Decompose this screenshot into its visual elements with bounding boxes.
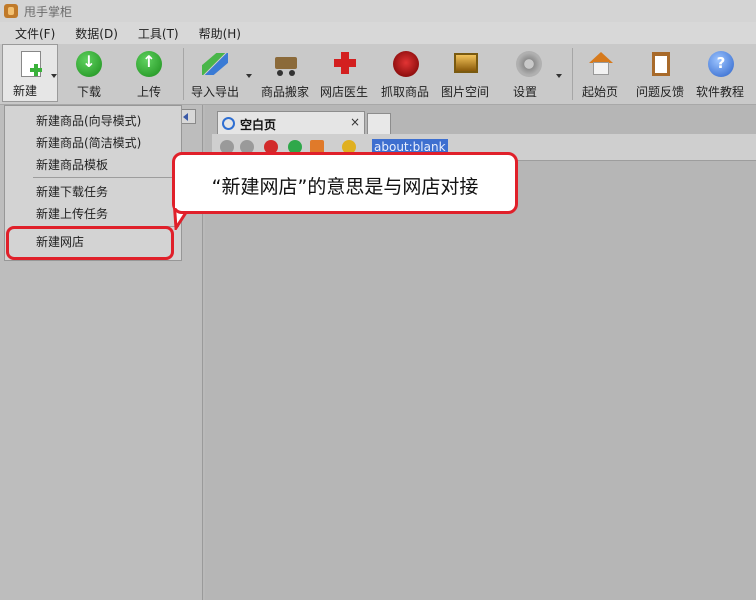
menu-file[interactable]: 文件(F) (15, 25, 55, 42)
gear-icon (514, 49, 544, 79)
tab-blank-page[interactable]: 空白页 × (217, 111, 365, 135)
import-export-label: 导入导出 (191, 85, 240, 99)
tab-title: 空白页 (240, 118, 277, 132)
tab-close-icon[interactable]: × (350, 115, 360, 129)
move-goods-button[interactable]: 商品搬家 (259, 44, 313, 102)
title-bar: 甩手掌柜 (0, 0, 756, 22)
toolbar: 新建 ↓ 下载 ↑ 上传 导入导出 商品搬家 网店医生 抓取商品 图片空间 设置… (0, 44, 756, 105)
feedback-label: 问题反馈 (636, 85, 685, 99)
app-logo-icon (4, 4, 18, 18)
menu-help[interactable]: 帮助(H) (199, 25, 241, 42)
settings-dropdown-icon[interactable] (556, 74, 562, 78)
tutorial-button[interactable]: ? 软件教程 (694, 44, 748, 102)
image-space-button[interactable]: 图片空间 (439, 44, 493, 102)
new-document-icon (15, 50, 45, 80)
menu-item-new-goods-template[interactable]: 新建商品模板 (36, 156, 108, 173)
help-icon: ? (706, 49, 736, 79)
tab-strip: 空白页 × (205, 108, 756, 135)
clipboard-icon (646, 49, 676, 79)
shop-doctor-label: 网店医生 (320, 85, 369, 99)
annotation-callout: “新建网店”的意思是与网店对接 (172, 152, 518, 214)
settings-label: 设置 (513, 85, 538, 99)
browser-page-icon (222, 117, 235, 130)
image-space-label: 图片空间 (441, 85, 490, 99)
window-title: 甩手掌柜 (24, 4, 73, 19)
new-dropdown-icon[interactable] (51, 74, 57, 78)
menu-data[interactable]: 数据(D) (75, 25, 118, 42)
new-button[interactable]: 新建 (2, 44, 58, 102)
home-label: 起始页 (582, 85, 619, 99)
annotation-text: “新建网店”的意思是与网店对接 (211, 176, 479, 198)
menu-item-new-goods-wizard[interactable]: 新建商品(向导模式) (36, 112, 141, 129)
menu-item-new-download-task[interactable]: 新建下载任务 (36, 183, 108, 200)
move-goods-label: 商品搬家 (261, 85, 310, 99)
new-button-label: 新建 (13, 84, 38, 98)
callout-pointer-mask (175, 196, 195, 208)
spider-icon (391, 49, 421, 79)
menu-bar: 文件(F) 数据(D) 工具(T) 帮助(H) (0, 22, 756, 44)
download-button[interactable]: ↓ 下载 (68, 44, 110, 102)
upload-button[interactable]: ↑ 上传 (128, 44, 170, 102)
import-export-button[interactable]: 导入导出 (188, 44, 242, 102)
upload-label: 上传 (137, 85, 162, 99)
tutorial-label: 软件教程 (696, 85, 745, 99)
picture-icon (451, 49, 481, 79)
settings-button[interactable]: 设置 (508, 44, 550, 102)
menu-item-new-goods-simple[interactable]: 新建商品(简洁模式) (36, 134, 141, 151)
import-export-dropdown-icon[interactable] (246, 74, 252, 78)
import-export-icon (200, 49, 230, 79)
grab-goods-button[interactable]: 抓取商品 (379, 44, 433, 102)
toolbar-separator (572, 48, 573, 100)
red-cross-icon (330, 49, 360, 79)
menu-item-new-upload-task[interactable]: 新建上传任务 (36, 205, 108, 222)
home-button[interactable]: 起始页 (580, 44, 622, 102)
grab-goods-label: 抓取商品 (381, 85, 430, 99)
shop-doctor-button[interactable]: 网店医生 (318, 44, 372, 102)
menu-separator (33, 177, 179, 178)
upload-icon: ↑ (134, 49, 164, 79)
highlight-box (6, 226, 174, 260)
download-icon: ↓ (74, 49, 104, 79)
menu-tools[interactable]: 工具(T) (138, 25, 179, 42)
home-icon (586, 49, 616, 79)
new-tab-button[interactable] (367, 113, 391, 135)
toolbar-separator (183, 48, 184, 100)
download-label: 下载 (77, 85, 102, 99)
feedback-button[interactable]: 问题反馈 (634, 44, 688, 102)
hand-truck-icon (271, 49, 301, 79)
